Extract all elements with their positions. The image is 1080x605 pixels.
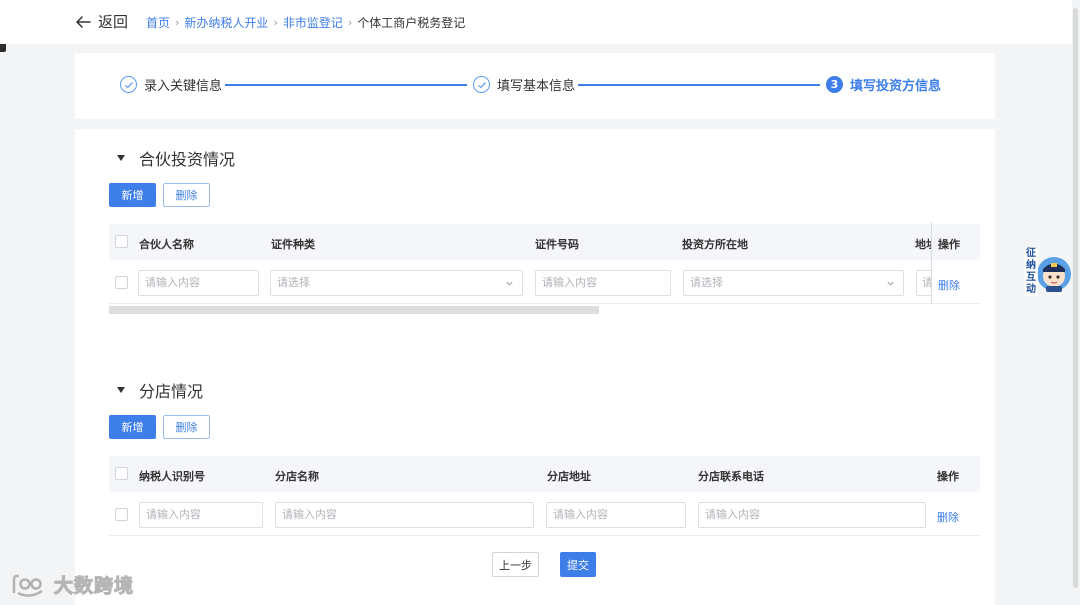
arrow-left-icon [76, 15, 91, 28]
partner-table-row: 请输入内容 请选择 请输入内容 请选择 请输入内容 [109, 260, 980, 304]
partner-id-type-placeholder: 请选择 [277, 276, 310, 289]
breadcrumb-current: 个体工商户税务登记 [357, 16, 466, 30]
breadcrumb-separator: › [273, 16, 278, 29]
page-vscrollbar[interactable] [1073, 8, 1078, 588]
branch-name-input[interactable]: 请输入内容 [275, 502, 534, 528]
branch-address-input[interactable]: 请输入内容 [546, 502, 686, 528]
partner-add-button[interactable]: 新增 [109, 183, 156, 207]
step-3: 3 填写投资方信息 [826, 75, 941, 94]
step-1-label: 录入关键信息 [144, 79, 223, 94]
partner-col-id-number: 证件号码 [535, 238, 579, 251]
branch-col-name: 分店名称 [275, 470, 319, 483]
partner-col-address: 地址 [915, 238, 931, 251]
partner-section-label: 合伙投资情况 [139, 150, 236, 169]
branch-table-row: 请输入内容 请输入内容 请输入内容 请输入内容 删除 [109, 492, 980, 536]
branch-col-phone: 分店联系电话 [698, 470, 764, 483]
watermark-logo-icon [12, 574, 43, 597]
partner-row-checkbox[interactable] [115, 276, 128, 289]
branch-col-address: 分店地址 [547, 470, 591, 483]
caret-down-icon [117, 155, 125, 161]
partner-col-action: 操作 [938, 238, 960, 251]
breadcrumb-new-taxpayer[interactable]: 新办纳税人开业 [184, 14, 268, 31]
branch-add-button[interactable]: 新增 [109, 415, 156, 439]
back-label: 返回 [98, 13, 129, 31]
branch-select-all-checkbox[interactable] [115, 467, 128, 480]
partner-table-hscrollbar[interactable] [109, 306, 599, 314]
step-connector [225, 84, 467, 86]
branch-row-checkbox[interactable] [115, 508, 128, 521]
branch-section-label: 分店情况 [139, 382, 204, 401]
branch-delete-button[interactable]: 删除 [163, 415, 210, 439]
branch-col-tax-id: 纳税人识别号 [139, 470, 205, 483]
fixed-column-divider [931, 222, 932, 304]
breadcrumb-separator: › [175, 16, 180, 29]
mascot-label: 征纳互动 [1024, 248, 1038, 296]
branch-phone-input[interactable]: 请输入内容 [698, 502, 926, 528]
watermark: 大数跨境 [10, 571, 134, 598]
partner-id-type-select[interactable]: 请选择 [270, 270, 523, 296]
partner-location-select[interactable]: 请选择 [683, 270, 904, 296]
caret-down-icon [117, 387, 125, 393]
step-3-number: 3 [826, 76, 843, 93]
assistant-mascot-widget[interactable]: 征纳互动 [1024, 246, 1072, 296]
branch-col-action: 操作 [937, 470, 959, 483]
branch-table-header: 纳税人识别号 分店名称 分店地址 分店联系电话 操作 [109, 456, 980, 492]
partner-table-header: 合伙人名称 证件种类 证件号码 投资方所在地 地址 [109, 224, 980, 260]
chevron-down-icon [887, 281, 894, 286]
chevron-down-icon [506, 281, 513, 286]
partner-name-input[interactable]: 请输入内容 [138, 270, 259, 296]
check-circle-icon [120, 76, 137, 93]
step-2: 填写基本信息 [473, 75, 575, 94]
partner-col-location: 投资方所在地 [682, 238, 748, 251]
partner-address-input[interactable]: 请输入内容 [916, 270, 932, 296]
step-progress: 录入关键信息 填写基本信息 3 填写投资方信息 [75, 53, 995, 119]
partner-col-name: 合伙人名称 [139, 238, 194, 251]
previous-step-button[interactable]: 上一步 [492, 552, 539, 577]
branch-row-delete-link[interactable]: 删除 [937, 509, 959, 525]
partner-section-title[interactable]: 合伙投资情况 [115, 146, 235, 170]
partner-row-delete-link[interactable]: 删除 [938, 277, 960, 293]
breadcrumb: 首页 › 新办纳税人开业 › 非市监登记 › 个体工商户税务登记 [146, 14, 465, 31]
step-3-label: 填写投资方信息 [850, 79, 942, 94]
step-1: 录入关键信息 [120, 75, 222, 94]
top-header: 返回 首页 › 新办纳税人开业 › 非市监登记 › 个体工商户税务登记 [0, 0, 1072, 44]
partner-col-id-type: 证件种类 [271, 238, 315, 251]
submit-button[interactable]: 提交 [560, 552, 596, 577]
breadcrumb-non-market-registration[interactable]: 非市监登记 [283, 14, 343, 31]
partner-location-placeholder: 请选择 [690, 276, 723, 289]
step-2-label: 填写基本信息 [497, 79, 576, 94]
check-circle-icon [473, 76, 490, 93]
step-connector [578, 84, 820, 86]
breadcrumb-separator: › [347, 16, 353, 29]
breadcrumb-home[interactable]: 首页 [146, 14, 170, 31]
branch-section-title[interactable]: 分店情况 [115, 378, 203, 402]
back-button[interactable]: 返回 [74, 11, 128, 32]
branch-tax-id-input[interactable]: 请输入内容 [139, 502, 263, 528]
watermark-text: 大数跨境 [53, 575, 135, 598]
partner-id-number-input[interactable]: 请输入内容 [535, 270, 671, 296]
partner-delete-button[interactable]: 删除 [163, 183, 210, 207]
partner-select-all-checkbox[interactable] [115, 235, 128, 248]
